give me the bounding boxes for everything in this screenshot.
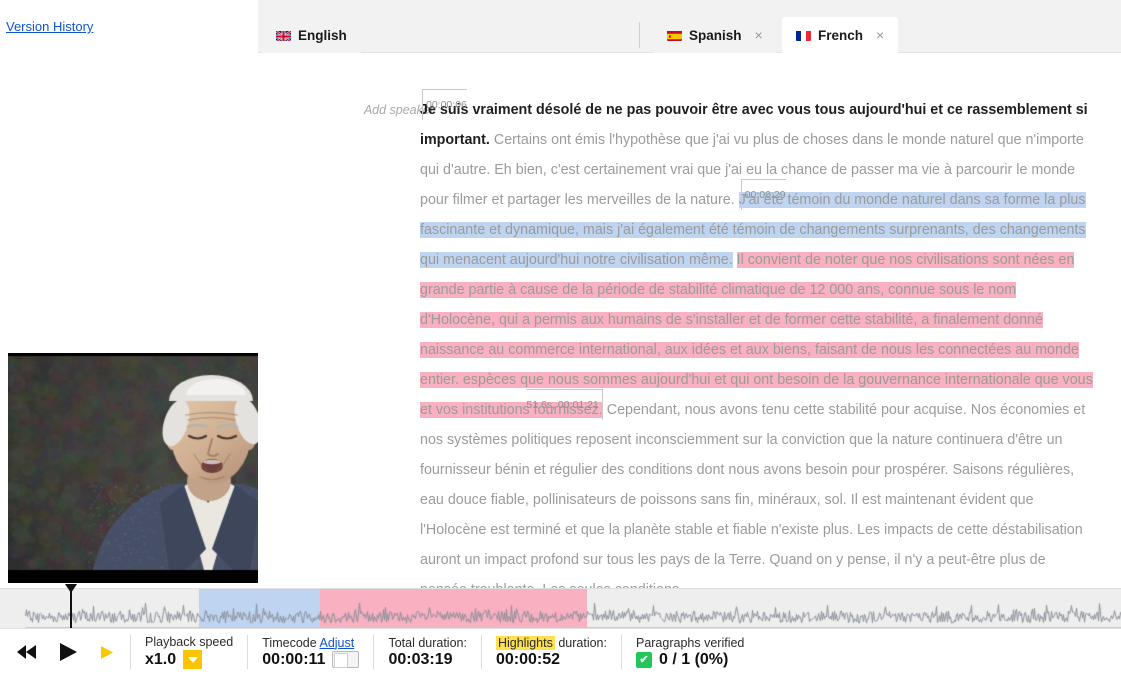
version-history-link[interactable]: Version History (6, 19, 93, 34)
bottom-toolbar: Playback speed x1.0 Timecode Adjust 00:0… (0, 628, 1121, 675)
add-speaker-button[interactable]: Add speaker (324, 103, 434, 117)
audio-waveform[interactable] (0, 584, 1121, 629)
tab-label: French (818, 27, 864, 43)
highlights-label-rest: duration: (554, 635, 607, 650)
total-duration-group: Total duration: 00:03:19 (374, 629, 481, 675)
highlights-chip: Highlights (495, 635, 555, 650)
paragraphs-verified-value-row: ✔ 0 / 1 (0%) (635, 650, 744, 669)
waveform-canvas (0, 589, 1121, 629)
highlights-duration-label: Highlights duration: (495, 635, 607, 650)
spain-flag-icon (667, 30, 682, 41)
play-icon[interactable] (57, 641, 79, 663)
transcript-body-after-pink: Cependant, nous avons tenu cette stabili… (420, 402, 1086, 588)
tab-divider (639, 22, 640, 48)
paragraphs-verified-label: Paragraphs verified (635, 635, 745, 650)
tab-label: Spanish (689, 27, 742, 43)
paragraphs-verified-value: 0 / 1 (0%) (658, 650, 729, 668)
france-flag-icon (796, 30, 811, 41)
uk-flag-icon (276, 29, 291, 41)
total-duration-label: Total duration: (388, 635, 467, 650)
timecode-group: Timecode Adjust 00:00:11 (248, 629, 373, 675)
paragraphs-verified-group: Paragraphs verified ✔ 0 / 1 (0%) (622, 629, 758, 675)
playback-speed-value-row: x1.0 (145, 650, 233, 669)
playback-speed-value: x1.0 (145, 650, 177, 668)
transcript-paragraph[interactable]: 00:00:06 Je suis vraiment désolé de ne pa… (420, 89, 1095, 588)
close-icon[interactable]: × (755, 27, 763, 43)
timecode-label: Timecode (262, 635, 317, 650)
timecode-adjust-link[interactable]: Adjust (319, 636, 354, 650)
left-panel: Version History (0, 0, 393, 588)
timecode-label-row: Timecode Adjust (262, 636, 359, 650)
timecode-value: 00:00:11 (262, 650, 326, 668)
timecode-toggle[interactable] (332, 651, 360, 668)
forward-icon[interactable] (98, 644, 115, 661)
total-duration-value: 00:03:19 (388, 650, 453, 668)
tab-english[interactable]: English (262, 17, 361, 53)
tab-label: English (298, 27, 347, 43)
playback-controls (0, 629, 130, 675)
playhead-marker[interactable] (65, 584, 77, 629)
highlight-pink-segment[interactable]: Il convient de noter que nos civilisatio… (420, 252, 1093, 418)
highlights-duration-group: Highlights duration: 00:00:52 (482, 629, 621, 675)
tab-spanish[interactable]: Spanish × (653, 17, 777, 53)
transcript-editor-app: Version History English Spanish × French… (0, 0, 1121, 675)
chevron-down-icon[interactable] (183, 650, 203, 669)
playback-speed-group: Playback speed x1.0 (131, 629, 247, 675)
check-icon[interactable]: ✔ (635, 651, 652, 668)
timecode-value-row: 00:00:11 (262, 650, 360, 669)
highlights-duration-value: 00:00:52 (495, 650, 561, 668)
close-icon[interactable]: × (876, 27, 884, 43)
tab-french[interactable]: French × (782, 17, 899, 53)
language-tab-strip: English Spanish × French × (258, 0, 1121, 53)
rewind-icon[interactable] (16, 644, 38, 660)
playback-speed-label: Playback speed (145, 635, 234, 649)
transcript-pane[interactable]: Add speaker 00:00:06 Je suis vraiment dés… (258, 53, 1121, 588)
